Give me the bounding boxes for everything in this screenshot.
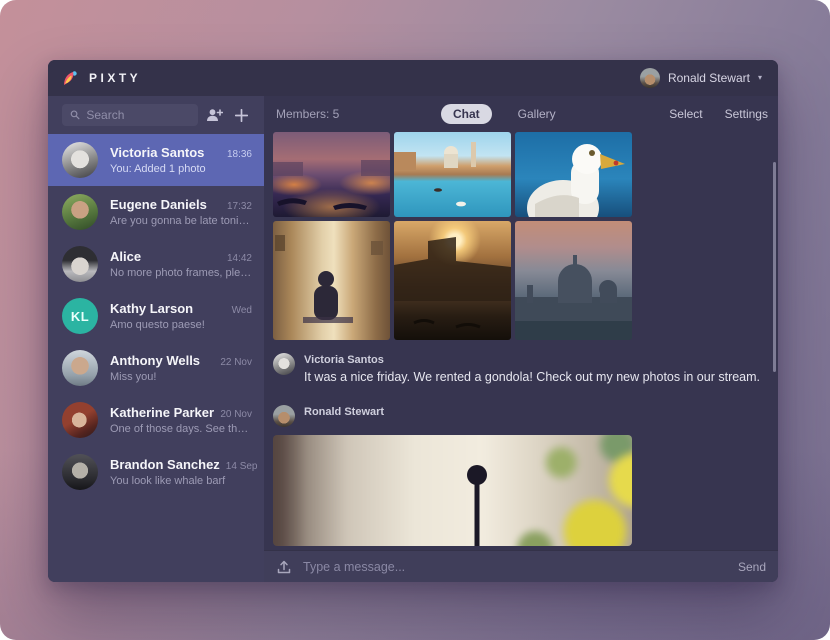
- view-tabs: Chat Gallery: [441, 104, 568, 124]
- top-bar: PIXTY Ronald Stewart ▾: [48, 60, 778, 96]
- contact-preview: Amo questo paese!: [110, 319, 252, 331]
- settings-button[interactable]: Settings: [725, 107, 768, 121]
- photo-grid: [273, 132, 778, 340]
- plus-icon: [235, 109, 248, 122]
- contact-preview: One of those days. See the image.: [110, 423, 252, 435]
- contact-name: Victoria Santos: [110, 145, 204, 160]
- avatar-initials: KL: [62, 298, 98, 334]
- contact-row-anthony-wells[interactable]: Anthony Wells 22 Nov Miss you!: [48, 342, 264, 394]
- photo-canal-sunset-silhouette[interactable]: [394, 221, 511, 340]
- new-chat-button[interactable]: [231, 102, 252, 128]
- add-contact-button[interactable]: [204, 102, 225, 128]
- contact-row-brandon-sanchez[interactable]: Brandon Sanchez 14 Sep You look like wha…: [48, 446, 264, 498]
- contact-row-katherine-parker[interactable]: Katherine Parker 20 Nov One of those day…: [48, 394, 264, 446]
- search-input[interactable]: [86, 108, 190, 122]
- sitting-person-silhouette: [273, 221, 390, 340]
- chat-message: Victoria Santos It was a nice friday. We…: [264, 353, 778, 384]
- contact-time: 17:32: [227, 201, 252, 212]
- toolbar-actions: Select Settings: [669, 107, 768, 121]
- contact-name: Katherine Parker: [110, 405, 214, 420]
- app-title: PIXTY: [89, 71, 141, 85]
- message-avatar: [273, 353, 295, 375]
- contact-preview: Are you gonna be late tonight?: [110, 215, 252, 227]
- photo-venice-canal-dusk[interactable]: [273, 132, 390, 217]
- photo-attachment-roses-microphone[interactable]: [273, 435, 632, 546]
- message-avatar: [273, 405, 295, 427]
- photo-seagull-closeup[interactable]: [515, 132, 632, 217]
- message-author: Ronald Stewart: [304, 405, 384, 418]
- contact-preview: Miss you!: [110, 371, 252, 383]
- message-composer: Send: [264, 550, 778, 582]
- contact-preview: You look like whale barf: [110, 475, 252, 487]
- tab-gallery[interactable]: Gallery: [506, 104, 568, 124]
- tab-chat[interactable]: Chat: [441, 104, 492, 124]
- scrollbar-thumb[interactable]: [773, 162, 776, 372]
- contact-row-victoria-santos[interactable]: Victoria Santos 18:36 You: Added 1 photo: [48, 134, 264, 186]
- contact-row-alice[interactable]: Alice 14:42 No more photo frames, please…: [48, 238, 264, 290]
- user-name: Ronald Stewart: [668, 71, 750, 85]
- message-input[interactable]: [303, 560, 727, 574]
- dome-silhouette: [515, 221, 632, 340]
- chat-panel: Members: 5 Chat Gallery Select Settings: [264, 96, 778, 582]
- photo-salute-church-dusk[interactable]: [515, 221, 632, 340]
- seagull-shape: [515, 132, 632, 217]
- contact-time: Wed: [232, 305, 252, 316]
- conversations-sidebar: Victoria Santos 18:36 You: Added 1 photo…: [48, 96, 264, 582]
- contact-row-eugene-daniels[interactable]: Eugene Daniels 17:32 Are you gonna be la…: [48, 186, 264, 238]
- contact-preview: You: Added 1 photo: [110, 163, 252, 175]
- chat-toolbar: Members: 5 Chat Gallery Select Settings: [264, 96, 778, 132]
- search-row: [48, 96, 264, 134]
- contact-name: Anthony Wells: [110, 353, 200, 368]
- church-and-boat-shapes: [394, 132, 511, 217]
- photo-grand-canal-daytime[interactable]: [394, 132, 511, 217]
- avatar: [62, 142, 98, 178]
- members-count: Members: 5: [276, 107, 339, 121]
- buildings-silhouette: [394, 221, 511, 340]
- app-logo: PIXTY: [62, 70, 141, 87]
- user-avatar: [640, 68, 660, 88]
- contact-name: Brandon Sanchez: [110, 457, 220, 472]
- avatar: [62, 246, 98, 282]
- contact-time: 14:42: [227, 253, 252, 264]
- contact-name: Eugene Daniels: [110, 197, 207, 212]
- user-menu[interactable]: Ronald Stewart ▾: [640, 68, 762, 88]
- message-text: It was a nice friday. We rented a gondol…: [304, 370, 760, 384]
- contact-row-kathy-larson[interactable]: KL Kathy Larson Wed Amo questo paese!: [48, 290, 264, 342]
- contact-time: 18:36: [227, 149, 252, 160]
- contact-preview: No more photo frames, please!: [110, 267, 252, 279]
- pixty-logo-icon: [62, 70, 79, 87]
- contact-time: 20 Nov: [220, 409, 252, 420]
- send-button[interactable]: Send: [738, 560, 766, 574]
- search-box: [62, 104, 198, 126]
- app-window: PIXTY Ronald Stewart ▾: [48, 60, 778, 582]
- chevron-down-icon: ▾: [758, 74, 762, 82]
- select-button[interactable]: Select: [669, 107, 702, 121]
- avatar: [62, 350, 98, 386]
- search-icon: [70, 109, 80, 121]
- avatar: [62, 194, 98, 230]
- person-add-icon: [206, 108, 223, 122]
- desktop-background: PIXTY Ronald Stewart ▾: [0, 0, 830, 640]
- avatar: [62, 454, 98, 490]
- gondolas-silhouette: [273, 132, 390, 217]
- upload-icon[interactable]: [276, 559, 292, 575]
- message-author: Victoria Santos: [304, 353, 760, 366]
- contact-list: Victoria Santos 18:36 You: Added 1 photo…: [48, 134, 264, 498]
- contact-time: 22 Nov: [220, 357, 252, 368]
- microphone-silhouette: [273, 435, 632, 546]
- contact-name: Alice: [110, 249, 141, 264]
- contact-name: Kathy Larson: [110, 301, 193, 316]
- contact-time: 14 Sep: [226, 461, 258, 472]
- photo-venice-alley-person[interactable]: [273, 221, 390, 340]
- avatar: [62, 402, 98, 438]
- chat-message: Ronald Stewart: [264, 405, 778, 427]
